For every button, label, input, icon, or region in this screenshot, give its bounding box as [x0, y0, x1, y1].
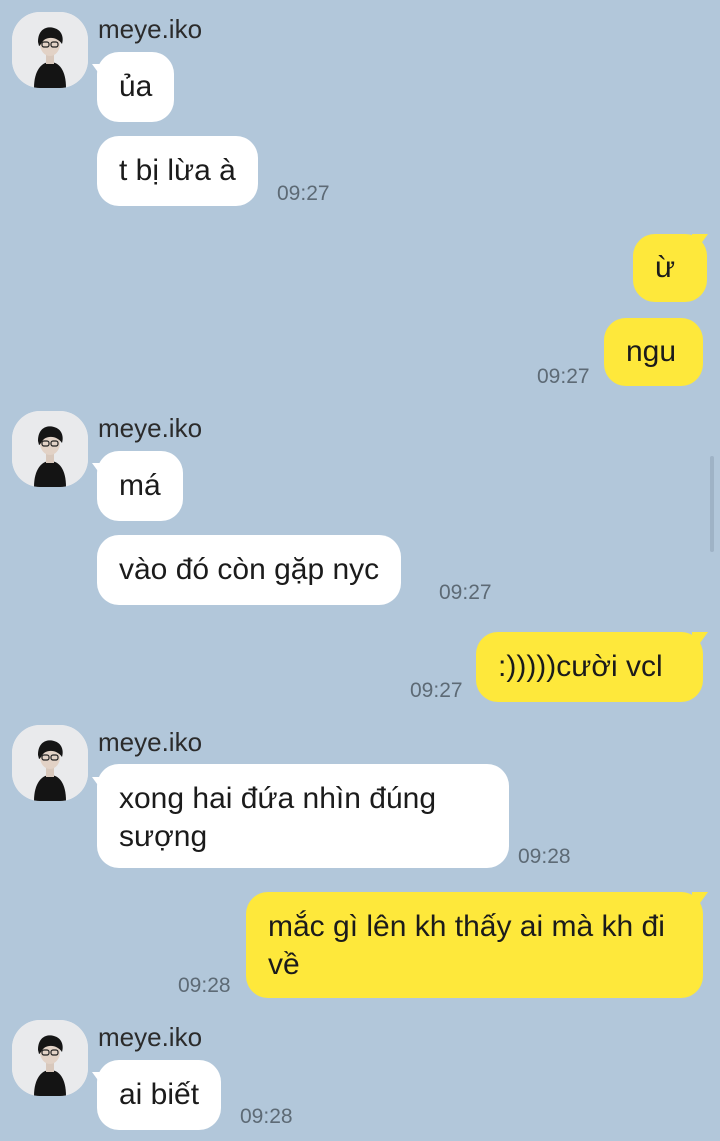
message-timestamp: 09:28: [240, 1105, 293, 1128]
incoming-message-bubble[interactable]: xong hai đứa nhìn đúng sượng: [97, 764, 509, 868]
avatar-photo-icon: [12, 12, 88, 88]
scrollbar[interactable]: [710, 456, 714, 552]
avatar-photo-icon: [12, 1020, 88, 1096]
sender-avatar[interactable]: [12, 12, 88, 88]
sender-name: meye.iko: [98, 14, 203, 44]
outgoing-message-bubble[interactable]: ừ: [633, 234, 707, 302]
message-timestamp: 09:27: [277, 182, 330, 205]
sender-name: meye.iko: [98, 413, 203, 443]
message-timestamp: 09:27: [410, 679, 463, 702]
incoming-message-bubble[interactable]: t bị lừa à: [97, 136, 258, 206]
sender-avatar[interactable]: [12, 411, 88, 487]
incoming-message-bubble[interactable]: má: [97, 451, 183, 521]
sender-name: meye.iko: [98, 727, 203, 757]
outgoing-message-bubble[interactable]: mắc gì lên kh thấy ai mà kh đi về: [246, 892, 703, 998]
message-timestamp: 09:28: [518, 845, 571, 868]
outgoing-message-bubble[interactable]: ngu: [604, 318, 703, 386]
avatar-photo-icon: [12, 411, 88, 487]
outgoing-message-bubble[interactable]: :)))))cười vcl: [476, 632, 703, 702]
avatar-photo-icon: [12, 725, 88, 801]
incoming-message-bubble[interactable]: ai biết: [97, 1060, 222, 1130]
incoming-message-bubble[interactable]: vào đó còn gặp nyc: [97, 535, 402, 605]
sender-name: meye.iko: [98, 1022, 203, 1052]
sender-avatar[interactable]: [12, 1020, 88, 1096]
message-timestamp: 09:28: [178, 974, 231, 997]
sender-avatar[interactable]: [12, 725, 88, 801]
chat-message-list[interactable]: meye.iko ủa t bị lừa à 09:27 ừ ngu 09:27…: [0, 0, 720, 1141]
incoming-message-bubble[interactable]: ủa: [97, 52, 175, 122]
message-timestamp: 09:27: [537, 365, 590, 388]
message-timestamp: 09:27: [439, 581, 492, 604]
